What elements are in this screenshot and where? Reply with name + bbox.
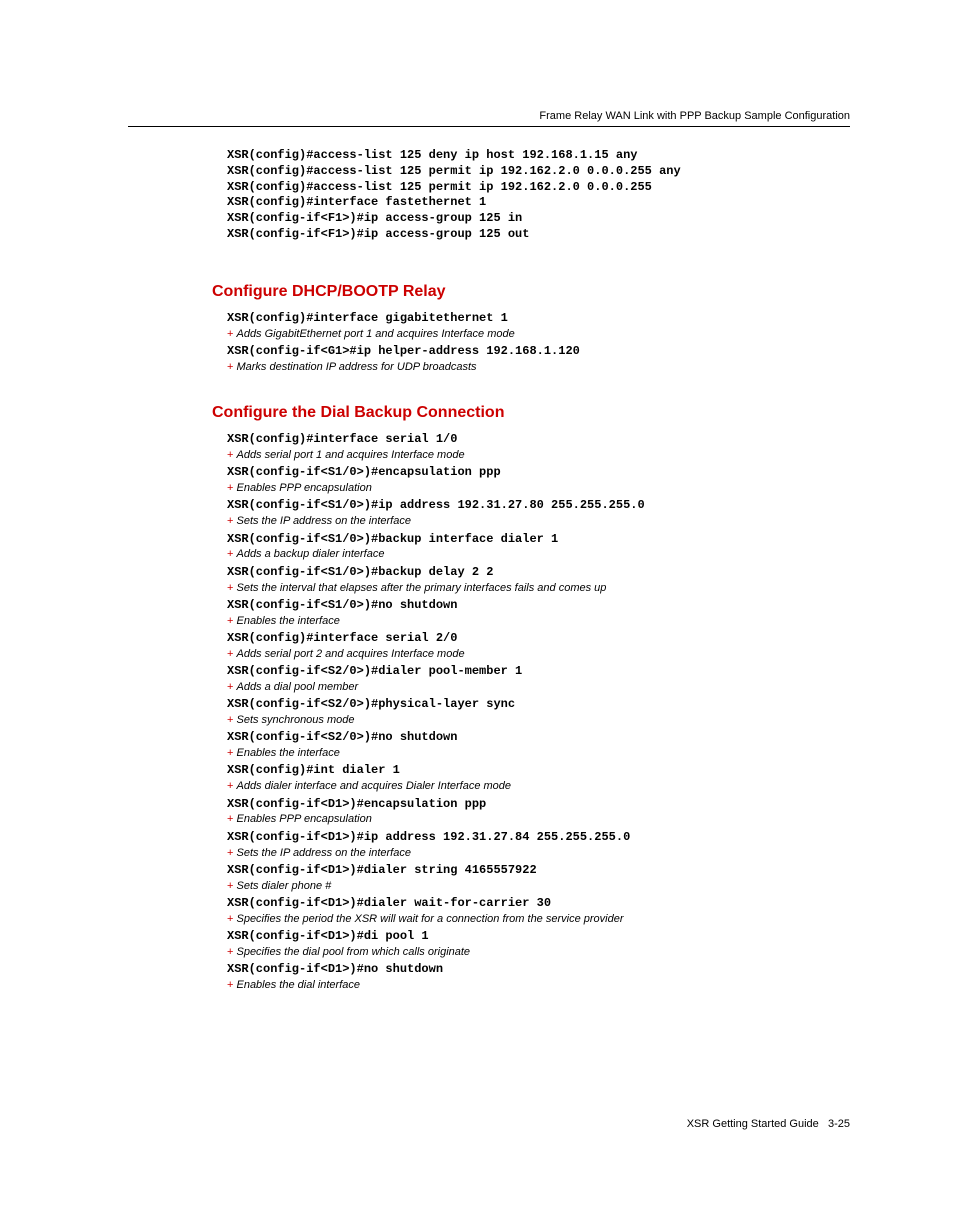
code-line: XSR(config-if<S1/0>)#backup delay 2 2 [227, 565, 850, 581]
page: Frame Relay WAN Link with PPP Backup Sam… [0, 0, 954, 1206]
code-line: XSR(config-if<D1>)#no shutdown [227, 962, 850, 978]
running-header: Frame Relay WAN Link with PPP Backup Sam… [539, 110, 850, 122]
code-line: XSR(config-if<G1>#ip helper-address 192.… [227, 344, 850, 360]
comment-text: Sets the interval that elapses after the… [236, 582, 606, 594]
intro-block: XSR(config)#access-list 125 deny ip host… [227, 148, 850, 243]
code-line: XSR(config-if<S1/0>)#ip address 192.31.2… [227, 498, 850, 514]
comment-line: + Sets the IP address on the interface [227, 514, 850, 528]
comment-text: Enables the dial interface [236, 979, 360, 991]
comment-line: + Adds GigabitEthernet port 1 and acquir… [227, 327, 850, 341]
code-line: XSR(config-if<D1>)#dialer wait-for-carri… [227, 896, 850, 912]
comment-text: Adds serial port 1 and acquires Interfac… [236, 449, 464, 461]
comment-text: Adds GigabitEthernet port 1 and acquires… [236, 328, 514, 340]
comment-text: Adds dialer interface and acquires Diale… [236, 780, 511, 792]
comment-text: Specifies the period the XSR will wait f… [236, 913, 623, 925]
comment-text: Enables the interface [236, 615, 339, 627]
comment-line: + Marks destination IP address for UDP b… [227, 360, 850, 374]
page-footer: XSR Getting Started Guide 3-25 [687, 1118, 850, 1130]
code-line: XSR(config)#access-list 125 deny ip host… [227, 148, 850, 164]
comment-text: Marks destination IP address for UDP bro… [236, 361, 476, 373]
comment-text: Sets dialer phone # [236, 880, 331, 892]
comment-line: + Sets the IP address on the interface [227, 846, 850, 860]
footer-page: 3-25 [828, 1118, 850, 1130]
section2-body: XSR(config)#interface serial 1/0 + Adds … [227, 432, 850, 992]
code-line: XSR(config-if<D1>)#ip address 192.31.27.… [227, 830, 850, 846]
comment-text: Enables PPP encapsulation [236, 813, 371, 825]
code-line: XSR(config-if<D1>)#di pool 1 [227, 929, 850, 945]
code-line: XSR(config-if<S1/0>)#no shutdown [227, 598, 850, 614]
comment-line: + Enables the interface [227, 614, 850, 628]
comment-line: + Sets synchronous mode [227, 713, 850, 727]
code-line: XSR(config-if<S1/0>)#backup interface di… [227, 532, 850, 548]
comment-text: Enables the interface [236, 747, 339, 759]
comment-line: + Enables the interface [227, 746, 850, 760]
code-line: XSR(config-if<S1/0>)#encapsulation ppp [227, 465, 850, 481]
comment-line: + Adds a dial pool member [227, 680, 850, 694]
comment-line: + Enables the dial interface [227, 978, 850, 992]
code-line: XSR(config)#access-list 125 permit ip 19… [227, 164, 850, 180]
page-content: XSR(config)#access-list 125 deny ip host… [227, 148, 850, 995]
code-line: XSR(config)#int dialer 1 [227, 763, 850, 779]
code-line: XSR(config)#access-list 125 permit ip 19… [227, 180, 850, 196]
comment-line: + Adds serial port 1 and acquires Interf… [227, 448, 850, 462]
code-line: XSR(config)#interface fastethernet 1 [227, 195, 850, 211]
comment-text: Adds serial port 2 and acquires Interfac… [236, 648, 464, 660]
code-line: XSR(config-if<S2/0>)#no shutdown [227, 730, 850, 746]
comment-text: Adds a backup dialer interface [236, 548, 384, 560]
comment-text: Sets the IP address on the interface [236, 515, 410, 527]
comment-line: + Specifies the period the XSR will wait… [227, 912, 850, 926]
code-line: XSR(config-if<F1>)#ip access-group 125 i… [227, 211, 850, 227]
comment-line: + Adds a backup dialer interface [227, 547, 850, 561]
section-heading-wrap: Configure DHCP/BOOTP Relay [212, 283, 850, 301]
comment-line: + Sets dialer phone # [227, 879, 850, 893]
comment-text: Enables PPP encapsulation [236, 482, 371, 494]
code-line: XSR(config-if<F1>)#ip access-group 125 o… [227, 227, 850, 243]
comment-line: + Adds serial port 2 and acquires Interf… [227, 647, 850, 661]
section-heading: Configure the Dial Backup Connection [212, 404, 850, 422]
comment-line: + Sets the interval that elapses after t… [227, 581, 850, 595]
comment-text: Specifies the dial pool from which calls… [236, 946, 470, 958]
section-heading: Configure DHCP/BOOTP Relay [212, 283, 850, 301]
comment-line: + Enables PPP encapsulation [227, 481, 850, 495]
code-line: XSR(config)#interface serial 2/0 [227, 631, 850, 647]
code-line: XSR(config)#interface serial 1/0 [227, 432, 850, 448]
comment-text: Sets synchronous mode [236, 714, 354, 726]
section-heading-wrap: Configure the Dial Backup Connection [212, 404, 850, 422]
comment-line: + Adds dialer interface and acquires Dia… [227, 779, 850, 793]
comment-text: Adds a dial pool member [236, 681, 358, 693]
comment-line: + Enables PPP encapsulation [227, 812, 850, 826]
code-line: XSR(config)#interface gigabitethernet 1 [227, 311, 850, 327]
section1-body: XSR(config)#interface gigabitethernet 1 … [227, 311, 850, 374]
comment-line: + Specifies the dial pool from which cal… [227, 945, 850, 959]
code-line: XSR(config-if<S2/0>)#dialer pool-member … [227, 664, 850, 680]
comment-text: Sets the IP address on the interface [236, 847, 410, 859]
header-rule [128, 126, 850, 127]
footer-book: XSR Getting Started Guide [687, 1118, 819, 1130]
code-line: XSR(config-if<S2/0>)#physical-layer sync [227, 697, 850, 713]
code-line: XSR(config-if<D1>)#dialer string 4165557… [227, 863, 850, 879]
code-line: XSR(config-if<D1>)#encapsulation ppp [227, 797, 850, 813]
